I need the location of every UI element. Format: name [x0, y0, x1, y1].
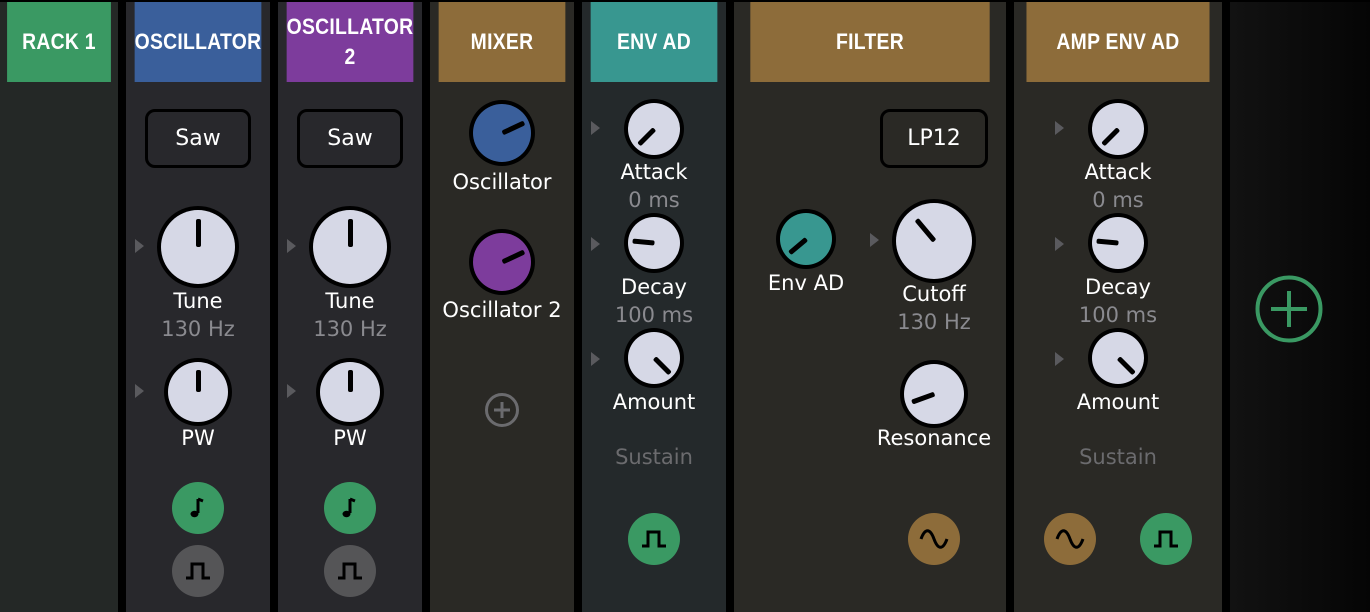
plus-circle-icon — [485, 393, 519, 427]
audio-input-button[interactable] — [1044, 513, 1096, 565]
amp-env-ad-module: AMP ENV AD Attack 0 ms Decay 100 ms Amou… — [1014, 2, 1222, 612]
oscillator-module: OSCILLATOR Saw Tune 130 Hz PW — [126, 2, 270, 612]
rack-panel: RACK 1 — [0, 2, 118, 612]
add-input-button[interactable] — [484, 392, 520, 428]
oscillator-title[interactable]: OSCILLATOR — [134, 2, 262, 82]
decay-knob[interactable] — [624, 213, 684, 273]
sustain-toggle[interactable]: Sustain — [582, 445, 726, 469]
square-wave-icon — [186, 562, 210, 580]
env-ad-amount-knob[interactable] — [776, 209, 836, 269]
square-output-button[interactable] — [324, 545, 376, 597]
note-icon — [190, 497, 204, 518]
pw-knob[interactable] — [316, 358, 384, 426]
oscillator-2-module: OSCILLATOR 2 Saw Tune 130 Hz PW — [278, 2, 422, 612]
pw-modulation-arrow[interactable] — [287, 384, 296, 398]
sine-wave-icon — [919, 529, 949, 549]
attack-label: Attack — [1084, 160, 1152, 184]
attack-modulation-arrow[interactable] — [1055, 121, 1064, 135]
resonance-knob[interactable] — [900, 360, 968, 428]
waveform-select[interactable]: Saw — [297, 109, 403, 168]
oscillator-2-level-label: Oscillator 2 — [442, 298, 562, 322]
tune-knob[interactable] — [309, 206, 391, 288]
tune-knob[interactable] — [157, 206, 239, 288]
decay-value: 100 ms — [614, 303, 694, 327]
square-output-button[interactable] — [172, 545, 224, 597]
square-wave-icon — [1154, 530, 1178, 548]
oscillator-level-knob[interactable] — [469, 100, 535, 166]
note-icon — [342, 497, 356, 518]
cutoff-modulation-arrow[interactable] — [870, 233, 879, 247]
mixer-module: MIXER Oscillator Oscillator 2 — [430, 2, 574, 612]
filter-module: FILTER LP12 Env AD Cutoff 130 Hz Resonan… — [734, 2, 1006, 612]
resonance-label: Resonance — [876, 426, 992, 450]
oscillator-level-label: Oscillator — [452, 170, 552, 194]
cutoff-value: 130 Hz — [897, 310, 971, 334]
attack-knob[interactable] — [624, 99, 684, 159]
decay-label: Decay — [1085, 275, 1151, 299]
amp-env-ad-title[interactable]: AMP ENV AD — [1026, 2, 1210, 82]
envelope-output-button[interactable] — [1140, 513, 1192, 565]
attack-knob[interactable] — [1088, 99, 1148, 159]
sustain-toggle[interactable]: Sustain — [1014, 445, 1222, 469]
tune-value: 130 Hz — [161, 317, 235, 341]
tune-modulation-arrow[interactable] — [135, 239, 144, 253]
envelope-output-button[interactable] — [628, 513, 680, 565]
amount-label: Amount — [612, 390, 696, 414]
amount-knob[interactable] — [1088, 328, 1148, 388]
attack-modulation-arrow[interactable] — [591, 121, 600, 135]
env-ad-module: ENV AD Attack 0 ms Decay 100 ms Amount S… — [582, 2, 726, 612]
add-module-button[interactable] — [1254, 274, 1324, 344]
decay-value: 100 ms — [1078, 303, 1158, 327]
sine-wave-icon — [1055, 529, 1085, 549]
amount-modulation-arrow[interactable] — [1055, 352, 1064, 366]
filter-output-button[interactable] — [908, 513, 960, 565]
decay-modulation-arrow[interactable] — [1055, 237, 1064, 251]
decay-label: Decay — [621, 275, 687, 299]
plus-circle-icon — [1255, 275, 1323, 343]
env-ad-title[interactable]: ENV AD — [590, 2, 718, 82]
decay-modulation-arrow[interactable] — [591, 237, 600, 251]
attack-label: Attack — [620, 160, 688, 184]
decay-knob[interactable] — [1088, 213, 1148, 273]
note-output-button[interactable] — [172, 482, 224, 534]
note-output-button[interactable] — [324, 482, 376, 534]
attack-value: 0 ms — [1092, 188, 1144, 212]
cutoff-label: Cutoff — [902, 282, 966, 306]
pw-modulation-arrow[interactable] — [135, 384, 144, 398]
env-ad-label: Env AD — [767, 271, 845, 295]
filter-title[interactable]: FILTER — [750, 2, 990, 82]
oscillator-2-level-knob[interactable] — [469, 229, 535, 295]
attack-value: 0 ms — [628, 188, 680, 212]
amount-label: Amount — [1076, 390, 1160, 414]
tune-label: Tune — [173, 289, 223, 313]
amount-modulation-arrow[interactable] — [591, 352, 600, 366]
cutoff-knob[interactable] — [892, 199, 976, 283]
filter-mode-select[interactable]: LP12 — [880, 109, 988, 168]
square-wave-icon — [642, 530, 666, 548]
square-wave-icon — [338, 562, 362, 580]
tune-modulation-arrow[interactable] — [287, 239, 296, 253]
pw-label: PW — [181, 426, 215, 450]
add-module-area — [1230, 2, 1370, 612]
pw-label: PW — [333, 426, 367, 450]
amount-knob[interactable] — [624, 328, 684, 388]
tune-value: 130 Hz — [313, 317, 387, 341]
oscillator-2-title[interactable]: OSCILLATOR 2 — [286, 2, 414, 82]
waveform-select[interactable]: Saw — [145, 109, 251, 168]
tune-label: Tune — [325, 289, 375, 313]
mixer-title[interactable]: MIXER — [438, 2, 566, 82]
pw-knob[interactable] — [164, 358, 232, 426]
rack-title[interactable]: RACK 1 — [7, 2, 111, 82]
